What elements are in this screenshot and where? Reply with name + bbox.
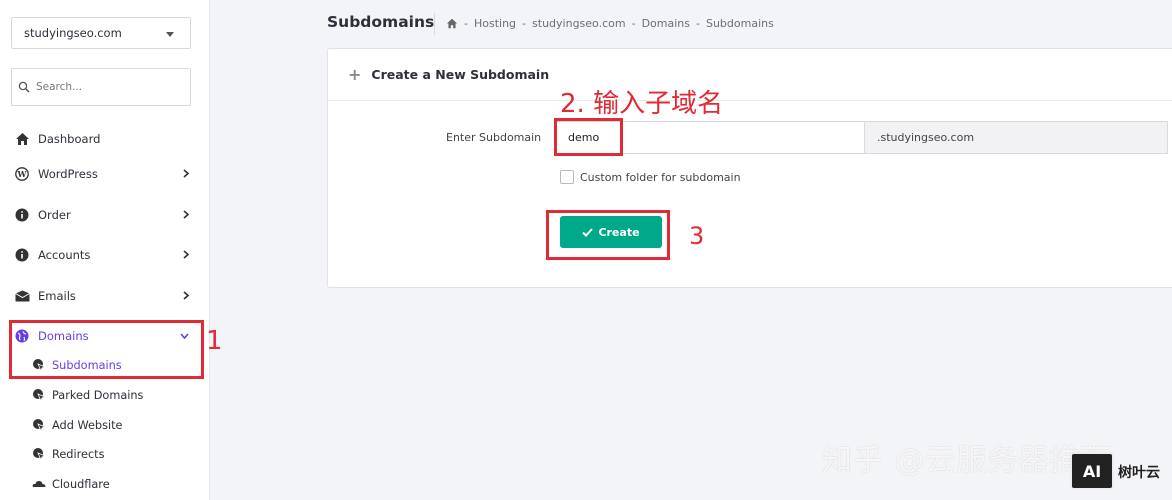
- search-input[interactable]: [36, 81, 184, 93]
- annotation-step-3: 3: [689, 222, 705, 250]
- sidebar: studyingseo.com Dashboard W WordPress Or…: [0, 0, 210, 500]
- watermark-text: 知乎 @云服务器推荐: [822, 443, 1112, 478]
- breadcrumb-separator: -: [522, 17, 527, 30]
- globe-cursor-icon: [32, 447, 46, 461]
- custom-folder-label[interactable]: Custom folder for subdomain: [580, 171, 741, 184]
- chevron-right-icon: [183, 210, 189, 219]
- annotation-step-2: 2. 输入子域名: [560, 89, 724, 119]
- globe-cursor-icon: [32, 388, 46, 402]
- chevron-right-icon: [183, 169, 189, 178]
- sidebar-subitem-cloudflare[interactable]: Cloudflare: [0, 471, 209, 497]
- breadcrumb-separator: -: [464, 17, 468, 30]
- page-title: Subdomains: [327, 13, 435, 31]
- sidebar-item-order[interactable]: Order: [0, 200, 209, 230]
- create-subdomain-card: + Create a New Subdomain: [327, 48, 1172, 288]
- breadcrumb: - Hosting - studyingseo.com - Domains - …: [446, 17, 774, 30]
- sidebar-item-label: Order: [38, 208, 71, 222]
- card-header[interactable]: + Create a New Subdomain: [328, 49, 1172, 101]
- globe-cursor-icon: [32, 418, 46, 432]
- breadcrumb-separator: -: [695, 17, 700, 30]
- info-icon: [14, 207, 30, 223]
- domain-suffix: .studyingseo.com: [864, 121, 1168, 154]
- svg-text:W: W: [17, 169, 28, 179]
- sidebar-subitem-parked-domains[interactable]: Parked Domains: [0, 382, 209, 408]
- subdomain-field-label: Enter Subdomain: [446, 131, 542, 144]
- sidebar-subitem-label: Cloudflare: [52, 477, 110, 491]
- custom-folder-option: Custom folder for subdomain: [560, 170, 741, 184]
- sidebar-subitem-redirects[interactable]: Redirects: [0, 441, 209, 467]
- sidebar-item-dashboard[interactable]: Dashboard: [0, 124, 209, 154]
- chevron-right-icon: [183, 250, 189, 259]
- domain-select-value: studyingseo.com: [24, 26, 122, 40]
- chevron-down-icon: [166, 32, 174, 37]
- breadcrumb-subdomains: Subdomains: [705, 17, 774, 30]
- title-divider: [434, 13, 435, 35]
- sidebar-subitem-label: Add Website: [52, 418, 123, 432]
- wordpress-icon: W: [14, 166, 30, 182]
- breadcrumb-separator: -: [631, 17, 636, 30]
- sidebar-subitem-label: Parked Domains: [52, 388, 144, 402]
- annotation-step-1: 1: [206, 326, 223, 356]
- annotation-box-create: [546, 210, 670, 260]
- search-box[interactable]: [11, 68, 191, 106]
- home-icon[interactable]: [446, 18, 458, 29]
- envelope-icon: [14, 288, 30, 304]
- sidebar-item-label: Emails: [38, 289, 76, 303]
- domain-select[interactable]: studyingseo.com: [11, 17, 191, 49]
- annotation-box-input: [554, 118, 623, 156]
- breadcrumb-domains[interactable]: Domains: [642, 17, 690, 30]
- sidebar-item-wordpress[interactable]: W WordPress: [0, 159, 209, 189]
- sidebar-item-label: Accounts: [38, 248, 91, 262]
- sidebar-item-label: WordPress: [38, 167, 98, 181]
- breadcrumb-domain[interactable]: studyingseo.com: [532, 17, 626, 30]
- annotation-box-domains: [9, 320, 204, 379]
- chevron-right-icon: [183, 291, 189, 300]
- home-icon: [14, 131, 30, 147]
- plus-icon: +: [348, 65, 362, 84]
- watermark-logo-text: 树叶云: [1118, 465, 1160, 481]
- sidebar-item-accounts[interactable]: Accounts: [0, 240, 209, 270]
- custom-folder-checkbox[interactable]: [560, 170, 574, 184]
- watermark-logo: AI: [1070, 452, 1114, 490]
- sidebar-item-emails[interactable]: Emails: [0, 281, 209, 311]
- cloud-icon: [32, 477, 46, 491]
- sidebar-subitem-label: Redirects: [52, 447, 105, 461]
- sidebar-subitem-add-website[interactable]: Add Website: [0, 412, 209, 438]
- info-icon: [14, 247, 30, 263]
- sidebar-item-label: Dashboard: [38, 132, 101, 146]
- search-icon: [18, 81, 30, 93]
- breadcrumb-hosting[interactable]: Hosting: [474, 17, 516, 30]
- card-title: Create a New Subdomain: [371, 67, 550, 82]
